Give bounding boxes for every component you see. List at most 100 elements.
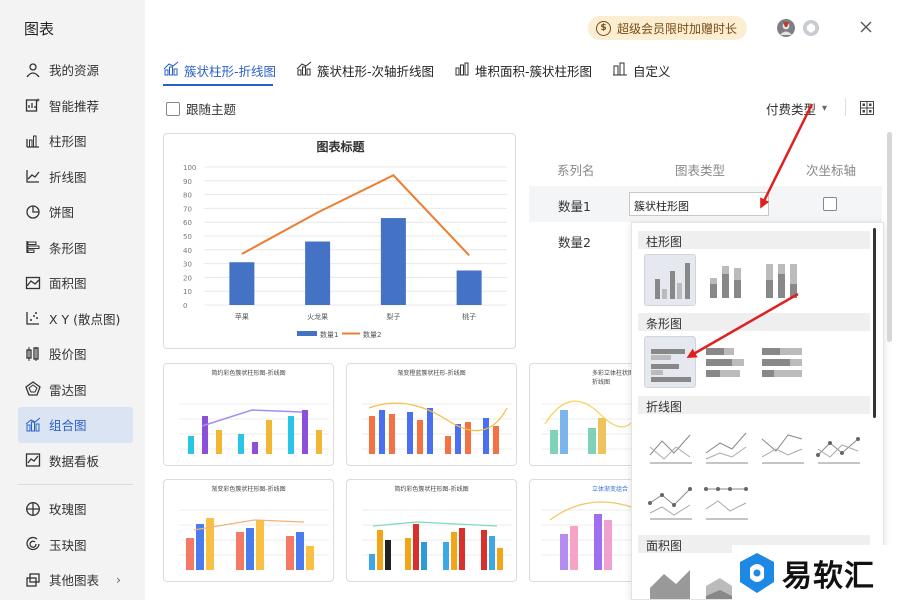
cluster-column-option[interactable] [644,254,696,306]
legend-swatch-bar [297,331,317,336]
sidebar-item-label: 雷达图 [49,382,87,398]
series-chart-type-select[interactable]: 簇状柱形图 [629,192,769,216]
sidebar-item-area-chart[interactable]: 面积图 [0,265,145,301]
sidebar-item-label: 柱形图 [49,134,87,150]
vip-promo-badge[interactable]: $ 超级会员限时加赠时长 [588,16,748,40]
sidebar-item-bar-chart[interactable]: 条形图 [0,230,145,266]
tab-stacked-area-cluster-column[interactable]: 堆积面积-簇状柱形图 [454,58,592,82]
follow-theme-label: 跟随主题 [186,102,237,117]
sidebar-item-dashboard[interactable]: 数据看板 [0,443,145,479]
sidebar-item-scatter-chart[interactable]: X Y (散点图) [0,301,145,337]
sidebar-item-user[interactable]: 我的资源 [0,52,145,88]
y-tick-label: 20 [183,274,192,282]
sidebar-list: 我的资源智能推荐柱形图折线图饼图条形图 面积图 X Y (散点图) 股价图雷达图组合图… [0,52,145,598]
template-thumbnail[interactable]: 简约彩色簇状柱形图-折线图 [346,479,517,582]
pie-chart-icon [24,203,42,221]
sidebar-item-label: 其他图表 [49,573,100,589]
secondary-axis-header: 次坐标轴 [806,163,857,178]
sidebar-title: 图表 [24,20,55,38]
avatar[interactable] [777,19,795,37]
tab-label: 簇状柱形-次轴折线图 [317,63,435,79]
template-thumbnail[interactable]: 立体渐变组合 [529,479,639,582]
sidebar-item-combo-chart[interactable]: 组合图 [18,407,133,443]
custom-chart-icon [612,61,628,80]
template-thumbnail[interactable]: 渐变橙蓝簇状柱形-折线图 [346,363,517,466]
template-thumbnail[interactable]: 多彩立体柱状图-折线图 [529,363,639,466]
stacked-area-icon [454,61,470,80]
coin-icon: $ [596,20,611,36]
combo-chart-icon [163,61,179,80]
thumbnail-chart [542,501,638,570]
thumbnail-title: 简约彩色簇状柱形图-折线图 [394,486,469,493]
sidebar-item-stock-chart[interactable]: 股价图 [0,336,145,372]
sidebar-item-smart-recommend[interactable]: 智能推荐 [0,88,145,124]
sidebar-item-jade-ring-chart[interactable]: 玉玦图 [0,527,145,563]
thumbnail-title: 立体渐变组合 [592,486,629,493]
sidebar: 图表 我的资源智能推荐柱形图折线图饼图条形图 面积图 X Y (散点图) 股价图雷达图… [0,0,145,600]
thumbnail-chart [362,402,512,454]
sidebar-item-column-chart[interactable]: 柱形图 [0,123,145,159]
sidebar-item-pie-chart[interactable]: 饼图 [0,194,145,230]
percent-stacked-bar-option[interactable] [756,336,808,388]
stacked-bar-option[interactable] [700,336,752,388]
grid-view-icon[interactable] [860,101,874,118]
main-scrollbar[interactable] [887,132,892,342]
sidebar-item-label: 数据看板 [49,453,100,469]
dropdown-section-line: 折线图 [638,396,870,414]
chart-type-tabs: 簇状柱形-折线图 簇状柱形-次轴折线图 堆积面积-簇状柱形图 自定义 [163,58,671,82]
line-with-markers-option[interactable] [812,419,864,471]
tab-custom[interactable]: 自定义 [612,58,671,82]
template-thumbnail[interactable]: 简约彩色簇状柱形图-折线图 [163,363,334,466]
sidebar-item-label: 饼图 [49,205,75,221]
y-tick-label: 100 [183,164,196,172]
stacked-line-option[interactable] [700,419,752,471]
percent-stacked-line-option[interactable] [756,419,808,471]
column-chart-icon [24,132,42,150]
sidebar-item-label: 折线图 [49,169,87,185]
dashboard-icon [24,451,42,469]
dropdown-scrollbar[interactable] [873,228,876,418]
vip-promo-text: 超级会员限时加赠时长 [617,21,738,36]
stacked-column-option[interactable] [700,254,752,306]
close-icon[interactable] [856,17,876,37]
secondary-axis-checkbox[interactable] [823,197,837,211]
area-option[interactable] [644,558,696,599]
cluster-bar-option[interactable] [644,336,696,388]
area-chart-icon [24,274,42,292]
sidebar-item-label: 玉玦图 [49,537,87,553]
x-tick-label: 桃子 [462,312,476,321]
follow-theme-checkbox[interactable] [166,101,180,116]
paid-type-dropdown[interactable]: 付费类型 ▾ [766,99,827,118]
sidebar-item-other-charts[interactable]: 其他图表 › [0,562,145,598]
sidebar-item-label: 玫瑰图 [49,502,87,518]
member-badge-icon[interactable] [803,20,819,36]
dropdown-section-bar: 条形图 [638,313,870,331]
combo-chart-icon [24,416,42,434]
thumbnail-title: 渐变彩色簇状柱形图-折线图 [211,486,286,493]
tab-cluster-column-secondary-line[interactable]: 簇状柱形-次轴折线图 [296,58,434,82]
line-chart-icon [24,167,42,185]
sidebar-item-label: 我的资源 [49,63,100,79]
rose-chart-icon [24,500,42,518]
stacked-line-markers-option[interactable] [644,475,696,527]
y-tick-label: 90 [183,178,192,186]
thumbnail-chart [179,509,329,570]
percent-stacked-column-option[interactable] [756,254,808,306]
thumbnail-title: 渐变橙蓝簇状柱形-折线图 [397,370,466,377]
sidebar-item-rose-chart[interactable]: 玫瑰图 [0,491,145,527]
tab-label: 自定义 [633,63,671,79]
y-tick-label: 30 [183,261,192,269]
tab-cluster-column-line[interactable]: 簇状柱形-折线图 [163,58,276,82]
template-thumbnail[interactable]: 渐变彩色簇状柱形图-折线图 [163,479,334,582]
percent-line-markers-option[interactable] [700,475,752,527]
follow-theme-toggle[interactable]: 跟随主题 [166,99,236,118]
bar-mark [456,270,482,305]
smart-recommend-icon [24,96,42,114]
line-option[interactable] [644,419,696,471]
dropdown-section-column: 柱形图 [638,231,870,249]
sidebar-item-radar-chart[interactable]: 雷达图 [0,372,145,408]
series-name: 数量1 [558,199,591,214]
main-chart-preview[interactable]: 图表标题 0 10 20 30 40 50 60 70 80 90 100 苹果 火龙果 梨子 桃子 数量1 数量… [163,133,516,349]
y-tick-label: 60 [183,219,192,227]
sidebar-item-line-chart[interactable]: 折线图 [0,159,145,195]
